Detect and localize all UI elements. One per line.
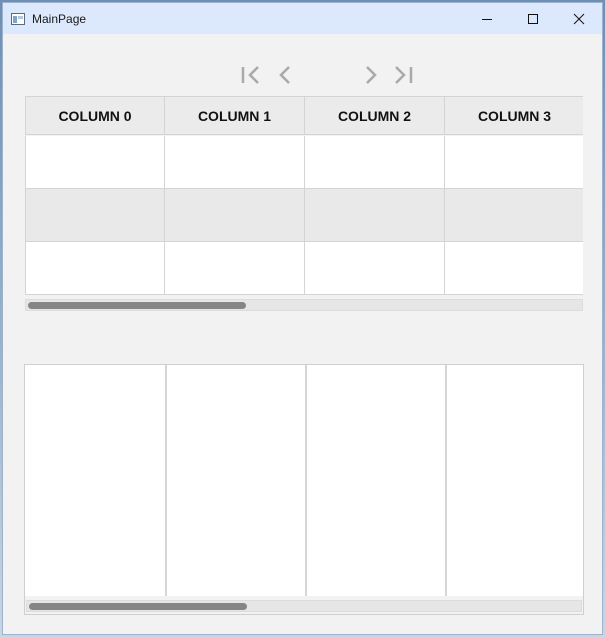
previous-page-icon (279, 66, 290, 84)
table-row[interactable] (25, 189, 583, 242)
column-header-2[interactable]: COLUMN 2 (305, 96, 445, 135)
table-cell[interactable] (305, 189, 445, 242)
grid-column-1[interactable] (167, 365, 307, 596)
table-row[interactable] (25, 242, 583, 295)
column-header-0[interactable]: COLUMN 0 (25, 96, 165, 135)
grid-column-0[interactable] (25, 365, 167, 596)
grid-column-2[interactable] (307, 365, 447, 596)
table-cell[interactable] (445, 242, 583, 295)
close-button[interactable] (556, 3, 602, 34)
next-page-button[interactable] (358, 63, 384, 89)
table-cell[interactable] (165, 136, 305, 189)
table-cell[interactable] (445, 136, 583, 189)
first-page-icon (241, 66, 259, 84)
maximize-icon (528, 13, 538, 24)
data-grid-bottom (24, 364, 584, 615)
column-header-1[interactable]: COLUMN 1 (165, 96, 305, 135)
column-header-3[interactable]: COLUMN 3 (445, 96, 583, 135)
horizontal-scrollbar[interactable] (26, 600, 582, 612)
table-cell[interactable] (165, 189, 305, 242)
table-cell[interactable] (25, 136, 165, 189)
horizontal-scrollbar[interactable] (25, 299, 583, 311)
close-icon (573, 13, 585, 24)
pager (3, 63, 602, 89)
minimize-button[interactable] (464, 3, 510, 34)
grid-column-3[interactable] (447, 365, 583, 596)
maximize-button[interactable] (510, 3, 556, 34)
table-row[interactable] (25, 136, 583, 189)
table-cell[interactable] (305, 242, 445, 295)
minimize-icon (482, 18, 492, 20)
first-page-button[interactable] (239, 63, 265, 89)
table-cell[interactable] (25, 242, 165, 295)
scrollbar-thumb[interactable] (28, 302, 246, 309)
header-row: COLUMN 0 COLUMN 1 COLUMN 2 COLUMN 3 (25, 96, 583, 135)
scrollbar-thumb[interactable] (29, 603, 247, 610)
table-cell[interactable] (445, 189, 583, 242)
last-page-button[interactable] (391, 63, 417, 89)
table-cell[interactable] (305, 136, 445, 189)
title-bar[interactable]: MainPage (3, 3, 602, 34)
main-window: MainPage COLUMN 0 COLUMN 1 COLUMN 2 COLU… (2, 2, 603, 635)
previous-page-button[interactable] (273, 63, 299, 89)
table-cell[interactable] (165, 242, 305, 295)
data-grid-top: COLUMN 0 COLUMN 1 COLUMN 2 COLUMN 3 (25, 96, 583, 311)
last-page-icon (395, 66, 413, 84)
next-page-icon (366, 66, 377, 84)
app-window-icon (11, 12, 25, 25)
table-cell[interactable] (25, 189, 165, 242)
window-title: MainPage (32, 12, 87, 26)
